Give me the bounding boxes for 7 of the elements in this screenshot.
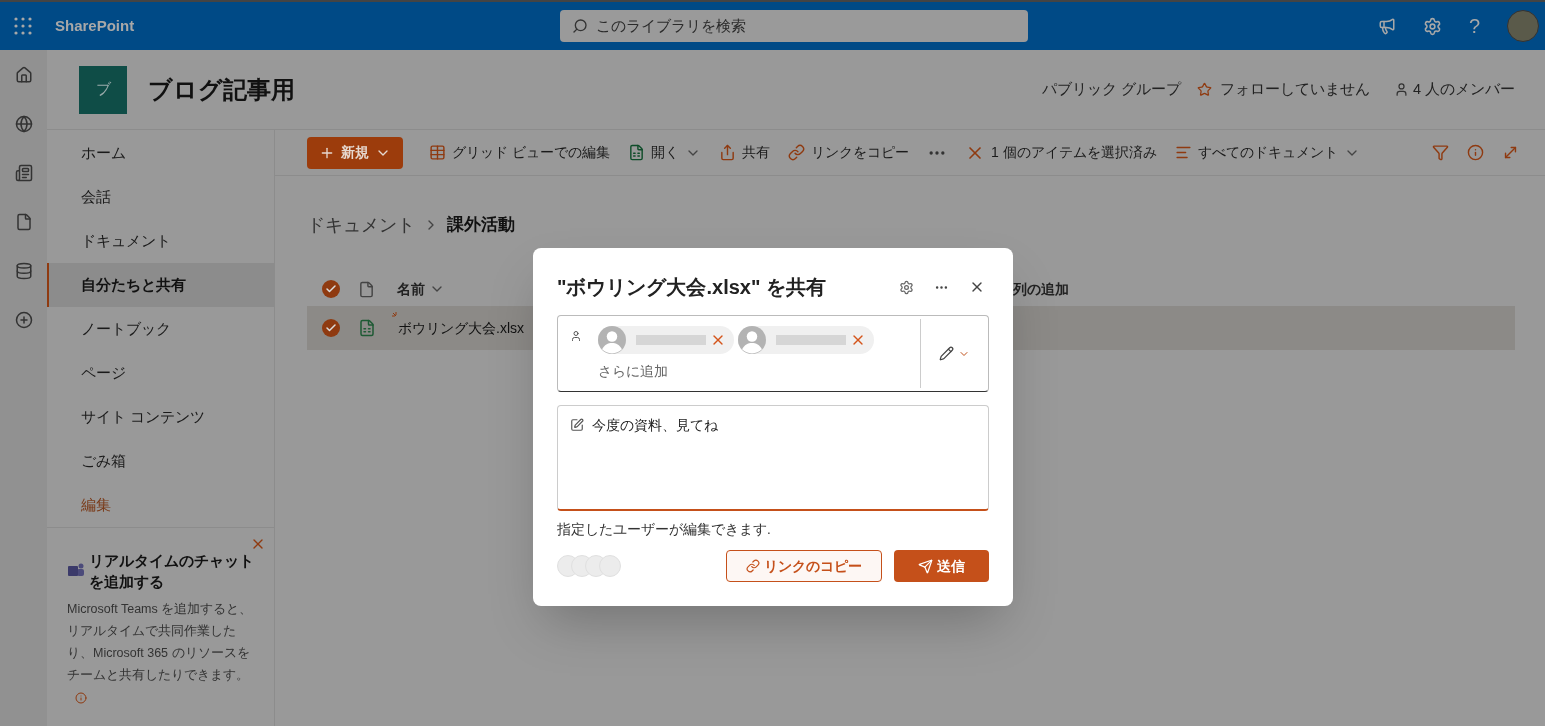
permission-note: 指定したユーザーが編集できます.	[557, 521, 772, 539]
teams-card-title: リアルタイムのチャットを追加する	[89, 551, 254, 592]
breadcrumb-current: 課外活動	[447, 214, 515, 237]
dialog-title: "ボウリング大会.xlsx" を共有	[557, 275, 826, 300]
message-text: 今度の資料、見てね	[592, 416, 718, 435]
group-type-label: パブリック グループ	[1041, 79, 1181, 99]
teams-card-text: Microsoft Teams を追加すると、リアルタイムで共同作業したり、Microsoft 365 のリソースをチームと共有したりできます。	[67, 598, 254, 708]
